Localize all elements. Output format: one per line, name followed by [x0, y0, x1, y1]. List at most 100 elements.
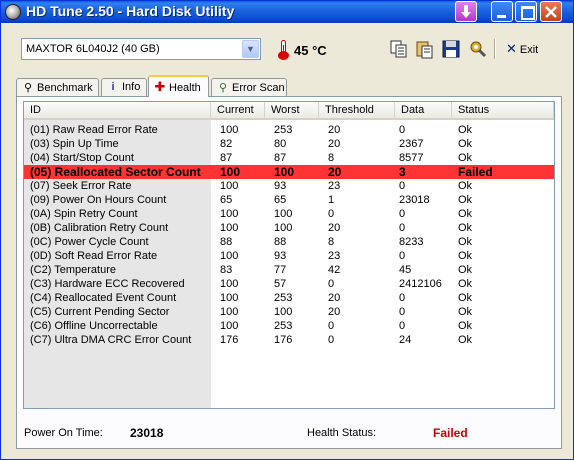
cell-threshold: 20	[328, 138, 341, 150]
cell-data: 0	[399, 180, 406, 192]
cell-status: Ok	[458, 222, 473, 234]
maximize-button[interactable]	[515, 1, 537, 22]
drive-select[interactable]: MAXTOR 6L040J2 (40 GB) ▼	[21, 38, 261, 60]
cell-id: (C5) Current Pending Sector	[30, 306, 170, 318]
table-row[interactable]: (03) Spin Up Time 82 80 20 2367 Ok	[24, 137, 554, 151]
cell-worst: 100	[274, 306, 293, 318]
cell-id: (0B) Calibration Retry Count	[30, 222, 169, 234]
cell-threshold: 20	[328, 292, 341, 304]
close-button[interactable]	[540, 1, 562, 22]
health-status-value: Failed	[433, 426, 468, 440]
exit-button[interactable]: ✕ Exit	[506, 41, 548, 57]
table-row[interactable]: (C6) Offline Uncorrectable 100 253 0 0 Ok	[24, 319, 554, 333]
table-row[interactable]: (C7) Ultra DMA CRC Error Count 176 176 0 24 O…	[24, 333, 554, 347]
cell-worst: 176	[274, 334, 293, 346]
tab-label: Health	[169, 82, 201, 94]
minimize-to-tray-button[interactable]	[455, 1, 477, 22]
magnifier-icon: ⚲	[218, 82, 228, 94]
tab-info[interactable]: i Info	[101, 78, 147, 96]
table-row[interactable]: (0B) Calibration Retry Count 100 100 20 0 Ok	[24, 221, 554, 235]
cell-current: 100	[220, 306, 239, 318]
title-bar[interactable]: HD Tune 2.50 - Hard Disk Utility	[1, 1, 573, 23]
options-button[interactable]	[468, 39, 490, 59]
cell-current: 87	[220, 152, 233, 164]
copy-icon	[390, 40, 407, 58]
column-header-current[interactable]: Current	[211, 102, 265, 120]
cell-worst: 93	[274, 180, 287, 192]
cell-status: Ok	[458, 124, 473, 136]
health-cross-icon: ✚	[154, 79, 166, 94]
tab-health[interactable]: ✚ Health	[148, 75, 209, 97]
cell-threshold: 23	[328, 180, 341, 192]
cell-threshold: 23	[328, 250, 341, 262]
cell-worst: 100	[274, 222, 293, 234]
cell-data: 3	[399, 165, 406, 179]
cell-worst: 100	[274, 165, 295, 179]
cell-data: 0	[399, 124, 406, 136]
table-row[interactable]: (07) Seek Error Rate 100 93 23 0 Ok	[24, 179, 554, 193]
close-icon	[545, 6, 557, 18]
cell-data: 8577	[399, 152, 424, 164]
cell-threshold: 1	[328, 194, 335, 206]
cell-status: Ok	[458, 236, 473, 248]
column-header-data[interactable]: Data	[395, 102, 452, 120]
cell-threshold: 20	[328, 222, 341, 234]
cell-worst: 253	[274, 292, 293, 304]
cell-id: (09) Power On Hours Count	[30, 194, 167, 206]
cell-data: 0	[399, 250, 406, 262]
column-header-worst[interactable]: Worst	[265, 102, 319, 120]
thermometer-icon	[278, 40, 290, 60]
copy-text-button[interactable]	[389, 39, 411, 59]
cell-status: Ok	[458, 278, 473, 290]
toolbar-divider	[494, 39, 495, 59]
floppy-disk-icon	[442, 40, 460, 58]
table-row-failed[interactable]: (05) Reallocated Sector Count 100 100 20 3 Fa…	[24, 165, 554, 179]
cell-data: 2412106	[399, 278, 442, 290]
table-row[interactable]: (0A) Spin Retry Count 100 100 0 0 Ok	[24, 207, 554, 221]
cell-worst: 88	[274, 236, 287, 248]
cell-data: 23018	[399, 194, 430, 206]
tab-error-scan[interactable]: ⚲ Error Scan	[211, 78, 287, 96]
clipboard-icon	[416, 41, 433, 59]
app-disk-icon	[5, 4, 21, 20]
table-row[interactable]: (01) Raw Read Error Rate 100 253 20 0 Ok	[24, 123, 554, 137]
cell-threshold: 8	[328, 152, 335, 164]
table-row[interactable]: (C5) Current Pending Sector 100 100 20 0 Ok	[24, 305, 554, 319]
cell-current: 100	[220, 208, 239, 220]
table-row[interactable]: (C4) Reallocated Event Count 100 253 20 0 Ok	[24, 291, 554, 305]
smart-attributes-table[interactable]: ID Current Worst Threshold Data Status (…	[23, 101, 555, 409]
cell-worst: 100	[274, 208, 293, 220]
cell-status: Ok	[458, 208, 473, 220]
cell-threshold: 8	[328, 236, 335, 248]
table-row[interactable]: (04) Start/Stop Count 87 87 8 8577 Ok	[24, 151, 554, 165]
cell-current: 100	[220, 320, 239, 332]
cell-id: (04) Start/Stop Count	[30, 152, 134, 164]
save-button[interactable]	[441, 39, 463, 59]
tab-benchmark[interactable]: ⚲ Benchmark	[16, 78, 99, 96]
table-row[interactable]: (C2) Temperature 83 77 42 45 Ok	[24, 263, 554, 277]
cell-current: 100	[220, 250, 239, 262]
exit-x-icon: ✕	[506, 41, 517, 56]
column-header-id[interactable]: ID	[24, 102, 211, 120]
table-row[interactable]: (0C) Power Cycle Count 88 88 8 8233 Ok	[24, 235, 554, 249]
column-header-status[interactable]: Status	[452, 102, 554, 120]
minimize-button[interactable]	[491, 1, 513, 22]
cell-current: 100	[220, 165, 241, 179]
column-header-threshold[interactable]: Threshold	[319, 102, 395, 120]
cell-threshold: 20	[328, 124, 341, 136]
cell-status: Ok	[458, 320, 473, 332]
cell-current: 176	[220, 334, 239, 346]
cell-worst: 253	[274, 124, 293, 136]
cell-id: (C6) Offline Uncorrectable	[30, 320, 158, 332]
table-row[interactable]: (09) Power On Hours Count 65 65 1 23018 Ok	[24, 193, 554, 207]
cell-data: 2367	[399, 138, 424, 150]
cell-current: 100	[220, 292, 239, 304]
copy-screenshot-button[interactable]	[415, 39, 437, 59]
tab-label: Error Scan	[232, 82, 285, 94]
window-title: HD Tune 2.50 - Hard Disk Utility	[26, 3, 235, 19]
benchmark-icon: ⚲	[23, 82, 33, 94]
cell-current: 100	[220, 222, 239, 234]
table-row[interactable]: (0D) Soft Read Error Rate 100 93 23 0 Ok	[24, 249, 554, 263]
chevron-down-icon[interactable]: ▼	[242, 40, 259, 58]
table-row[interactable]: (C3) Hardware ECC Recovered 100 57 0 2412106…	[24, 277, 554, 291]
